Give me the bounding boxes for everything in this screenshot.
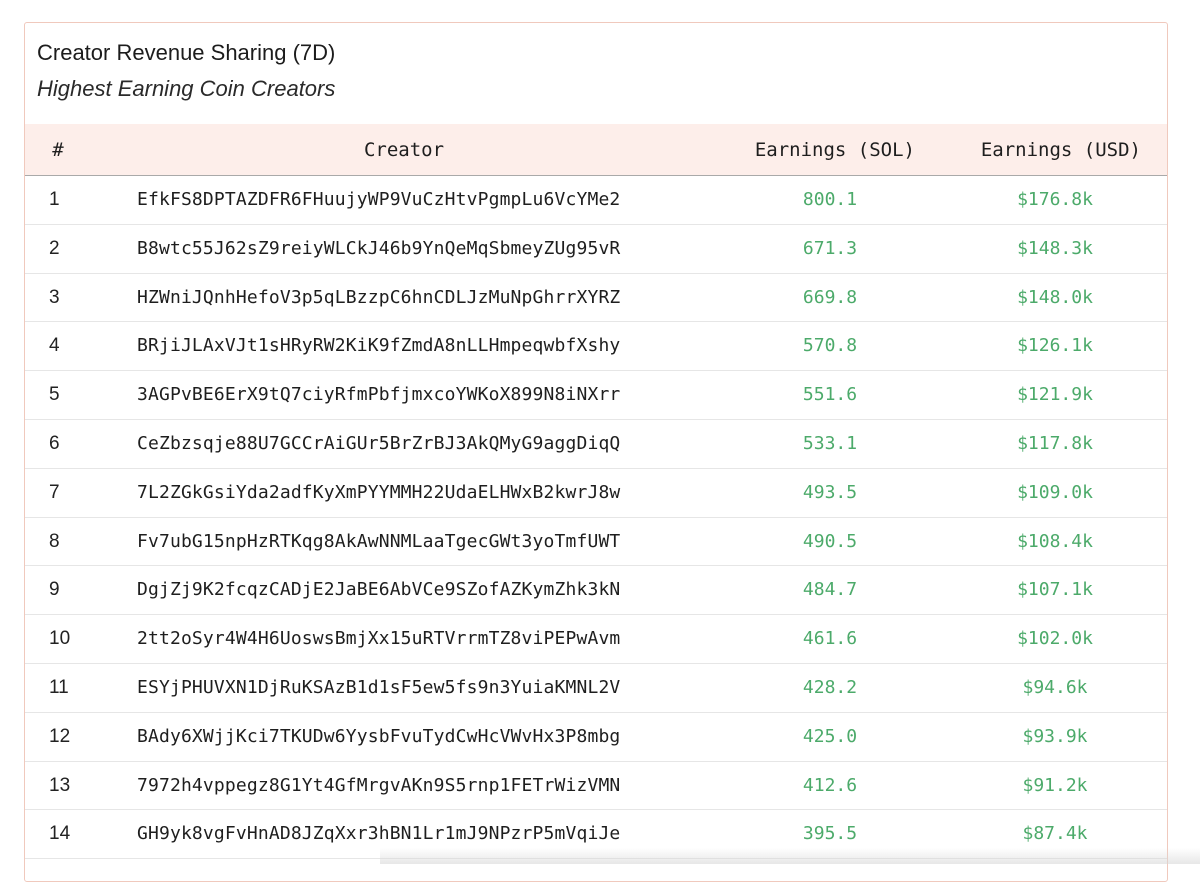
- earnings-sol-value: 484.7: [802, 579, 858, 601]
- creator-address[interactable]: HZWniJQnhHefoV3p5qLBzzpC6hnCDLJzMuNpGhrr…: [137, 274, 620, 322]
- earnings-usd-value: $87.4k: [1022, 823, 1088, 845]
- creator-address[interactable]: 3AGPvBE6ErX9tQ7ciyRfmPbfjmxcoYWKoX899N8i…: [137, 371, 620, 419]
- creator-revenue-card: Creator Revenue Sharing (7D) Highest Ear…: [24, 22, 1168, 882]
- table-row[interactable]: 5 3AGPvBE6ErX9tQ7ciyRfmPbfjmxcoYWKoX899N8…: [25, 371, 1167, 420]
- table-row[interactable]: 2 B8wtc55J62sZ9reiyWLCkJ46b9YnQeMqSbmeyZU…: [25, 225, 1167, 274]
- column-header-rank[interactable]: #: [49, 124, 67, 174]
- earnings-sol-value: 551.6: [802, 384, 858, 406]
- row-rank: 11: [49, 676, 69, 698]
- table-row[interactable]: 7 7L2ZGkGsiYda2adfKyXmPYYMMH22UdaELHWxB2k…: [25, 469, 1167, 518]
- row-rank: 1: [49, 189, 60, 210]
- earnings-sol-value: 669.8: [802, 286, 858, 308]
- earnings-usd-value: $108.4k: [1017, 530, 1093, 552]
- row-rank: 12: [49, 725, 71, 747]
- table-row[interactable]: 4 BRjiJLAxVJt1sHRyRW2KiK9fZmdA8nLLHmpeqwb…: [25, 322, 1167, 372]
- creator-address[interactable]: BAdy6XWjjKci7TKUDw6YysbFvuTydCwHcVWvHx3P…: [137, 713, 620, 761]
- earnings-sol-value: 490.5: [802, 530, 858, 552]
- table-row[interactable]: 8 Fv7ubG15npHzRTKqg8AkAwNNMLaaTgecGWt3yoT…: [25, 518, 1167, 567]
- creator-address[interactable]: Fv7ubG15npHzRTKqg8AkAwNNMLaaTgecGWt3yoTm…: [137, 518, 620, 566]
- column-header-earnings-usd[interactable]: Earnings (USD): [955, 124, 1141, 174]
- row-rank: 13: [49, 774, 71, 796]
- earnings-usd-value: $117.8k: [1017, 432, 1093, 454]
- creator-address[interactable]: BRjiJLAxVJt1sHRyRW2KiK9fZmdA8nLLHmpeqwbf…: [137, 322, 620, 370]
- row-rank: 8: [49, 530, 60, 552]
- creator-address[interactable]: 2tt2oSyr4W4H6UoswsBmjXx15uRTVrrmTZ8viPEP…: [137, 615, 620, 663]
- table-header: # Creator Earnings (SOL) Earnings (USD): [25, 124, 1167, 176]
- row-rank: 4: [49, 335, 60, 357]
- column-header-creator[interactable]: Creator: [137, 124, 671, 174]
- table-body: 1 EfkFS8DPTAZDFR6FHuujyWP9VuCzHtvPgmpLu6V…: [25, 176, 1167, 860]
- table-row[interactable]: 9 DgjZj9K2fcqzCADjE2JaBE6AbVCe9SZofAZKymZ…: [25, 566, 1167, 616]
- earnings-sol-value: 395.5: [802, 823, 858, 845]
- row-rank: 10: [49, 628, 71, 650]
- earnings-usd-value: $91.2k: [1022, 774, 1088, 796]
- row-rank: 14: [49, 823, 71, 845]
- table-row[interactable]: 14 GH9yk8vgFvHnAD8JZqXxr3hBN1Lr1mJ9NPzrP5…: [25, 810, 1167, 860]
- table-row[interactable]: 10 2tt2oSyr4W4H6UoswsBmjXx15uRTVrrmTZ8viP…: [25, 615, 1167, 664]
- row-rank: 3: [49, 286, 60, 308]
- earnings-sol-value: 425.0: [802, 725, 858, 747]
- column-header-earnings-sol[interactable]: Earnings (SOL): [725, 124, 915, 174]
- earnings-sol-value: 671.3: [802, 237, 858, 259]
- earnings-sol-value: 800.1: [802, 189, 858, 210]
- creator-address[interactable]: B8wtc55J62sZ9reiyWLCkJ46b9YnQeMqSbmeyZUg…: [137, 225, 620, 273]
- earnings-sol-value: 428.2: [802, 676, 858, 698]
- table-row[interactable]: 6 CeZbzsqje88U7GCCrAiGUr5BrZrBJ3AkQMyG9ag…: [25, 420, 1167, 469]
- earnings-usd-value: $102.0k: [1017, 628, 1093, 650]
- earnings-usd-value: $148.0k: [1017, 286, 1093, 308]
- creator-address[interactable]: GH9yk8vgFvHnAD8JZqXxr3hBN1Lr1mJ9NPzrP5mV…: [137, 810, 620, 858]
- creator-address[interactable]: CeZbzsqje88U7GCCrAiGUr5BrZrBJ3AkQMyG9agg…: [137, 420, 620, 468]
- earnings-sol-value: 533.1: [802, 432, 858, 454]
- table-row[interactable]: 11 ESYjPHUVXN1DjRuKSAzB1d1sF5ew5fs9n3Yuia…: [25, 664, 1167, 713]
- earnings-usd-value: $126.1k: [1017, 335, 1093, 357]
- earnings-usd-value: $93.9k: [1022, 725, 1088, 747]
- row-rank: 2: [49, 237, 60, 259]
- earnings-sol-value: 412.6: [802, 774, 858, 796]
- row-rank: 6: [49, 432, 60, 454]
- table-row[interactable]: 13 7972h4vppegz8G1Yt4GfMrgvAKn9S5rnp1FETr…: [25, 762, 1167, 811]
- earnings-sol-value: 493.5: [802, 481, 858, 503]
- earnings-usd-value: $148.3k: [1017, 237, 1093, 259]
- row-rank: 9: [49, 579, 60, 601]
- row-rank: 5: [49, 384, 60, 406]
- earnings-sol-value: 461.6: [802, 628, 858, 650]
- row-rank: 7: [49, 481, 60, 503]
- earnings-usd-value: $109.0k: [1017, 481, 1093, 503]
- earnings-usd-value: $176.8k: [1017, 189, 1093, 210]
- card-title: Creator Revenue Sharing (7D): [37, 40, 336, 65]
- earnings-sol-value: 570.8: [802, 335, 858, 357]
- creator-address[interactable]: 7972h4vppegz8G1Yt4GfMrgvAKn9S5rnp1FETrWi…: [137, 762, 620, 810]
- creator-address[interactable]: EfkFS8DPTAZDFR6FHuujyWP9VuCzHtvPgmpLu6Vc…: [137, 176, 620, 224]
- table-row[interactable]: 3 HZWniJQnhHefoV3p5qLBzzpC6hnCDLJzMuNpGhr…: [25, 274, 1167, 323]
- earnings-usd-value: $94.6k: [1022, 676, 1088, 698]
- earnings-usd-value: $107.1k: [1017, 579, 1093, 601]
- creator-address[interactable]: ESYjPHUVXN1DjRuKSAzB1d1sF5ew5fs9n3YuiaKM…: [137, 664, 620, 712]
- creator-address[interactable]: DgjZj9K2fcqzCADjE2JaBE6AbVCe9SZofAZKymZh…: [137, 566, 620, 614]
- creator-address[interactable]: 7L2ZGkGsiYda2adfKyXmPYYMMH22UdaELHWxB2kw…: [137, 469, 620, 517]
- table-row[interactable]: 12 BAdy6XWjjKci7TKUDw6YysbFvuTydCwHcVWvHx…: [25, 713, 1167, 762]
- table-row[interactable]: 1 EfkFS8DPTAZDFR6FHuujyWP9VuCzHtvPgmpLu6V…: [25, 176, 1167, 225]
- card-subtitle: Highest Earning Coin Creators: [37, 76, 336, 101]
- earnings-usd-value: $121.9k: [1017, 384, 1093, 406]
